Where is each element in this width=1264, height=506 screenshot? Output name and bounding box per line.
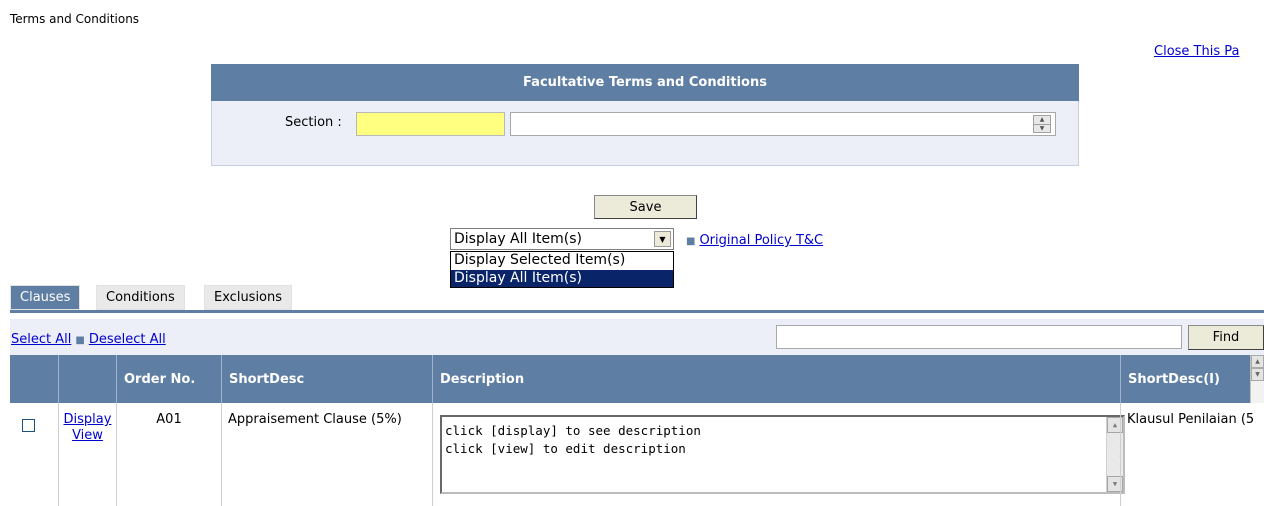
tab-clauses[interactable]: Clauses [10,285,81,310]
description-line: click [display] to see description [445,423,701,438]
shortdesc-cell: Appraisement Clause (5%) [221,403,432,506]
chevron-down-icon[interactable]: ▼ [654,231,671,247]
scroll-down-icon[interactable]: ▼ [1251,368,1264,381]
scroll-up-icon[interactable]: ▲ [1251,355,1264,368]
bullet-icon: ■ [75,335,85,346]
description-line: click [view] to edit description [445,441,686,456]
col-header-shortdesc-i[interactable]: ShortDesc(I) [1120,355,1260,403]
original-policy-link[interactable]: Original Policy T&C [699,233,823,248]
row-checkbox-cell [10,403,58,506]
table-row: Display View A01 Appraisement Clause (5%… [10,403,1264,506]
description-textarea[interactable]: click [display] to see description click… [440,415,1125,494]
page-title: Terms and Conditions [10,12,140,26]
display-filter-select[interactable]: Display All Item(s) ▼ [450,228,674,250]
tab-bar: Clauses Conditions Exclusions [10,283,1264,313]
col-header-description[interactable]: Description [432,355,1120,403]
col-header-shortdesc[interactable]: ShortDesc [221,355,432,403]
grid-scrollbar[interactable]: ▲ ▼ [1250,355,1264,403]
view-link[interactable]: View [72,428,103,443]
display-link[interactable]: Display [64,412,112,427]
close-page-link[interactable]: Close This Pa [1154,44,1239,59]
deselect-all-link[interactable]: Deselect All [89,332,166,347]
spin-up-icon[interactable]: ▲ [1034,116,1050,124]
section-label: Section : [285,115,342,130]
col-header-checkbox [10,355,58,403]
display-filter-value: Display All Item(s) [454,231,582,247]
save-button[interactable]: Save [594,195,697,219]
tab-conditions[interactable]: Conditions [96,285,185,310]
selection-links: Select All ■ Deselect All [11,332,166,347]
row-checkbox[interactable] [22,419,35,432]
col-header-order-no[interactable]: Order No. [116,355,221,403]
section-code-input[interactable] [356,112,505,136]
panel-title: Facultative Terms and Conditions [523,75,767,90]
order-no-cell: A01 [116,403,221,506]
section-description-input[interactable]: ▲ ▼ [510,112,1056,136]
col-header-actions [58,355,116,403]
tab-exclusions[interactable]: Exclusions [204,285,293,310]
bullet-icon: ■ [686,236,696,247]
row-actions-cell: Display View [58,403,116,506]
spin-down-icon[interactable]: ▼ [1034,124,1050,133]
section-spinner[interactable]: ▲ ▼ [1033,115,1051,133]
original-policy-link-wrap: ■ Original Policy T&C [686,233,823,248]
shortdesc-i-cell: Klausul Penilaian (5 [1120,403,1264,506]
grid-header: Order No. ShortDesc Description ShortDes… [10,355,1264,403]
find-button[interactable]: Find [1188,325,1264,350]
panel-header: Facultative Terms and Conditions [211,64,1079,101]
dropdown-option-selected-items[interactable]: Display Selected Item(s) [451,252,673,270]
select-all-link[interactable]: Select All [11,332,71,347]
find-input[interactable] [776,325,1182,349]
